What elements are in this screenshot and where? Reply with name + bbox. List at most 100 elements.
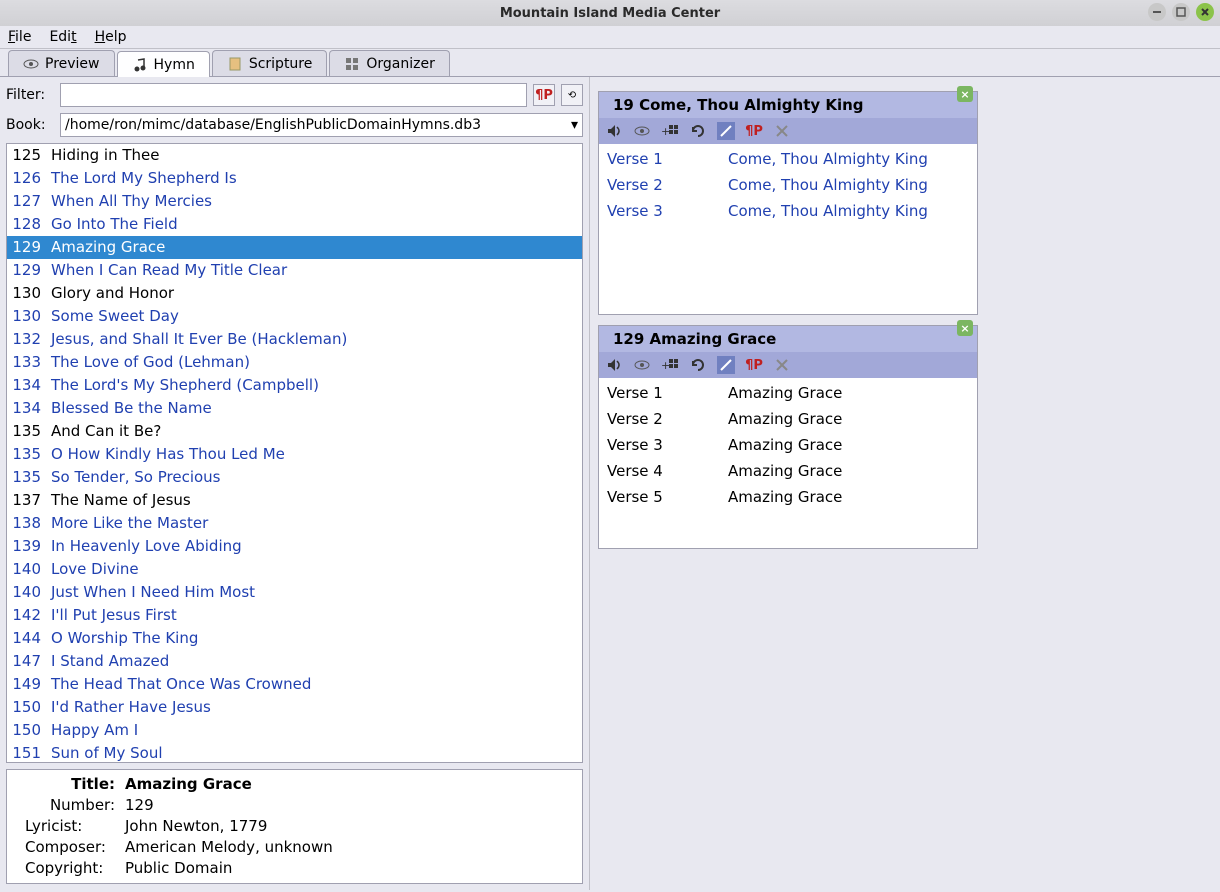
hymn-title: Love Divine [51, 559, 139, 580]
hymn-row[interactable]: 134Blessed Be the Name [7, 397, 582, 420]
hymn-row[interactable]: 133The Love of God (Lehman) [7, 351, 582, 374]
hymn-row[interactable]: 151Sun of My Soul [7, 742, 582, 763]
hymn-row[interactable]: 125Hiding in Thee [7, 144, 582, 167]
hymn-list[interactable]: 125Hiding in Thee126The Lord My Shepherd… [6, 143, 583, 763]
hymn-row[interactable]: 129When I Can Read My Title Clear [7, 259, 582, 282]
hymn-row[interactable]: 126The Lord My Shepherd Is [7, 167, 582, 190]
toolbar-eye-button[interactable] [631, 354, 653, 376]
toolbar-add-grid-button[interactable]: + [659, 354, 681, 376]
hymn-title: O How Kindly Has Thou Led Me [51, 444, 285, 465]
tab-preview[interactable]: Preview [8, 50, 115, 76]
eye-icon [633, 356, 651, 374]
hymn-row[interactable]: 132Jesus, and Shall It Ever Be (Hacklema… [7, 328, 582, 351]
verse-title: Amazing Grace [728, 485, 842, 509]
tab-organizer[interactable]: Organizer [329, 50, 449, 76]
filter-input[interactable] [60, 83, 527, 107]
hymn-row[interactable]: 142I'll Put Jesus First [7, 604, 582, 627]
toolbar-add-grid-button[interactable]: + [659, 120, 681, 142]
hymn-number: 140 [11, 582, 51, 603]
verse-row[interactable]: Verse 2Amazing Grace [599, 406, 977, 432]
hymn-row[interactable]: 140Love Divine [7, 558, 582, 581]
window-title: Mountain Island Media Center [500, 6, 720, 21]
panel-close-button[interactable]: × [957, 320, 973, 336]
toolbar-x-button[interactable] [771, 120, 793, 142]
verse-title: Amazing Grace [728, 433, 842, 457]
hymn-row[interactable]: 147I Stand Amazed [7, 650, 582, 673]
toolbar-eye-button[interactable] [631, 120, 653, 142]
filter-button-p[interactable]: ¶P [533, 84, 555, 106]
hymn-number: 125 [11, 145, 51, 166]
tab-label: Hymn [154, 57, 195, 73]
close-button[interactable] [1196, 3, 1214, 21]
verse-title: Amazing Grace [728, 381, 842, 405]
hymn-row[interactable]: 127When All Thy Mercies [7, 190, 582, 213]
tab-hymn[interactable]: Hymn [117, 51, 210, 77]
menu-edit[interactable]: Edit [49, 29, 76, 45]
hymn-row[interactable]: 137The Name of Jesus [7, 489, 582, 512]
hymn-title: Go Into The Field [51, 214, 178, 235]
toolbar-p-button[interactable]: ¶P [743, 120, 765, 142]
maximize-button[interactable] [1172, 3, 1190, 21]
panel-body: Verse 1Amazing GraceVerse 2Amazing Grace… [599, 378, 977, 548]
menu-help[interactable]: Help [95, 29, 127, 45]
verse-row[interactable]: Verse 2Come, Thou Almighty King [599, 172, 977, 198]
hymn-number: 144 [11, 628, 51, 649]
x-icon [775, 358, 789, 372]
hymn-row[interactable]: 134The Lord's My Shepherd (Campbell) [7, 374, 582, 397]
toolbar-refresh-button[interactable] [687, 354, 709, 376]
panel-toolbar: + ¶P [599, 352, 977, 378]
add-grid-icon: + [661, 122, 679, 140]
menu-file[interactable]: File [8, 29, 31, 45]
toolbar-wand-button[interactable] [715, 120, 737, 142]
hymn-number: 137 [11, 490, 51, 511]
hymn-row[interactable]: 128Go Into The Field [7, 213, 582, 236]
panel-close-button[interactable]: × [957, 86, 973, 102]
lyricist-label: Lyricist: [15, 816, 125, 837]
hymn-title: I'll Put Jesus First [51, 605, 177, 626]
svg-text:+: + [661, 125, 670, 138]
hymn-number: 134 [11, 398, 51, 419]
hymn-row[interactable]: 149The Head That Once Was Crowned [7, 673, 582, 696]
toolbar-speaker-button[interactable] [603, 120, 625, 142]
verse-row[interactable]: Verse 5Amazing Grace [599, 484, 977, 510]
verse-row[interactable]: Verse 3Come, Thou Almighty King [599, 198, 977, 224]
verse-row[interactable]: Verse 1Amazing Grace [599, 380, 977, 406]
tab-label: Scripture [249, 56, 313, 72]
filter-button-refresh[interactable]: ⟲ [561, 84, 583, 106]
toolbar-p-button[interactable]: ¶P [743, 354, 765, 376]
hymn-row[interactable]: 130Glory and Honor [7, 282, 582, 305]
hymn-row[interactable]: 150Happy Am I [7, 719, 582, 742]
hymn-number: 138 [11, 513, 51, 534]
hymn-row[interactable]: 140Just When I Need Him Most [7, 581, 582, 604]
tab-scripture[interactable]: Scripture [212, 50, 328, 76]
minimize-button[interactable] [1148, 3, 1166, 21]
hymn-row[interactable]: 135O How Kindly Has Thou Led Me [7, 443, 582, 466]
verse-row[interactable]: Verse 4Amazing Grace [599, 458, 977, 484]
hymn-row[interactable]: 135So Tender, So Precious [7, 466, 582, 489]
hymn-row[interactable]: 129Amazing Grace [7, 236, 582, 259]
verse-row[interactable]: Verse 3Amazing Grace [599, 432, 977, 458]
hymn-row[interactable]: 139In Heavenly Love Abiding [7, 535, 582, 558]
hymn-panel: 129 Amazing Grace×+¶PVerse 1Amazing Grac… [598, 325, 978, 549]
copyright-label: Copyright: [15, 858, 125, 879]
hymn-number: 130 [11, 283, 51, 304]
verse-row[interactable]: Verse 1Come, Thou Almighty King [599, 146, 977, 172]
toolbar-refresh-button[interactable] [687, 120, 709, 142]
hymn-number: 135 [11, 421, 51, 442]
hymn-number: 128 [11, 214, 51, 235]
hymn-row[interactable]: 150I'd Rather Have Jesus [7, 696, 582, 719]
menubar: File Edit Help [0, 26, 1220, 49]
hymn-title: Just When I Need Him Most [51, 582, 255, 603]
hymn-row[interactable]: 135And Can it Be? [7, 420, 582, 443]
book-select[interactable]: /home/ron/mimc/database/EnglishPublicDom… [60, 113, 583, 137]
toolbar-speaker-button[interactable] [603, 354, 625, 376]
toolbar-x-button[interactable] [771, 354, 793, 376]
hymn-title: Jesus, and Shall It Ever Be (Hackleman) [51, 329, 347, 350]
p-icon: ¶P [745, 357, 763, 373]
scroll-icon [227, 56, 243, 72]
hymn-row[interactable]: 130Some Sweet Day [7, 305, 582, 328]
hymn-row[interactable]: 138More Like the Master [7, 512, 582, 535]
toolbar-wand-button[interactable] [715, 354, 737, 376]
hymn-row[interactable]: 144O Worship The King [7, 627, 582, 650]
verse-title: Come, Thou Almighty King [728, 147, 928, 171]
